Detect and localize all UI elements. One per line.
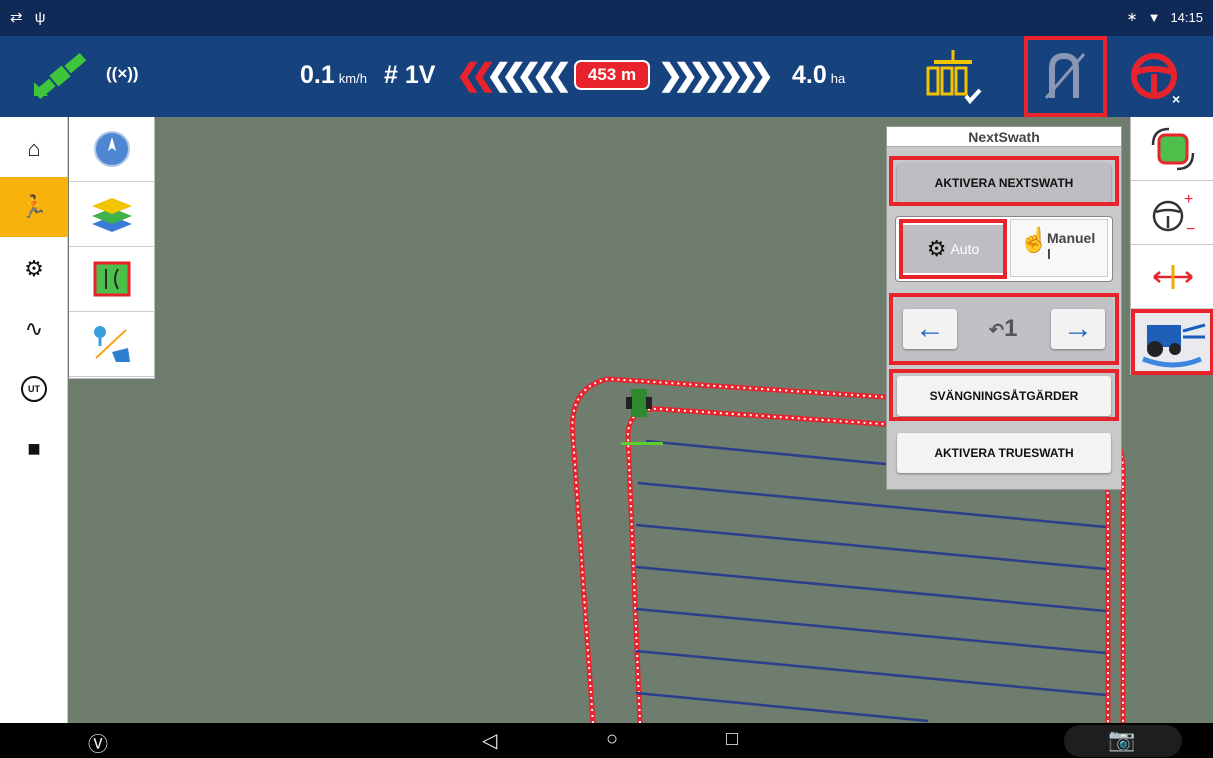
speed-readout: 0.1 km/h [300,61,367,90]
app-logo-icon[interactable]: Ⓥ [88,728,108,757]
sidebar-item-camera[interactable]: ■ [0,419,68,479]
highlight-frame-auto [899,219,1007,279]
map-tool-column [69,117,155,379]
clock: 14:15 [1170,9,1203,25]
home-icon: ⌂ [27,136,41,161]
layers-icon [92,198,132,232]
hand-pointer-icon: ☝ [1019,227,1049,254]
implement-icon[interactable] [922,46,984,108]
panel-title: NextSwath [887,127,1121,147]
area-value: 4.0 [792,61,827,89]
sidebar-item-ut[interactable]: UT [0,359,68,419]
chevrons-left-icon: ❮❮❮❮❮❮❮ [456,59,572,92]
highlight-frame-turn [889,369,1119,421]
sidebar-item-run[interactable]: 🏃 [0,177,68,237]
left-sidebar: ⌂ 🏃 ⚙ ∿ UT ■ [0,117,68,723]
camera-icon: ■ [27,436,41,461]
layers-button[interactable] [69,182,155,247]
chevrons-right-icon: ❯❯❯❯❯❯❯ [658,59,774,92]
status-icons-left: ⇄ ψ [10,9,50,26]
home-circle-icon[interactable]: ○ [606,728,618,751]
headland-button[interactable] [1131,117,1213,181]
satellite-icon[interactable] [28,50,92,102]
correction-signal-icon[interactable]: ((×)) [106,64,139,84]
nextswath-turn-button[interactable] [1024,36,1107,117]
system-nav-bar: Ⓥ ◁ ○ □ 📷 [0,723,1213,758]
auto-turn-button[interactable] [1131,309,1213,375]
field-boundary-button[interactable] [69,312,155,377]
u-turn-icon [1044,52,1086,99]
distance-badge: 453 m [574,60,650,90]
highlight-frame-nav [889,293,1119,365]
recents-icon[interactable]: □ [726,728,738,751]
speed-unit: km/h [338,71,367,86]
screenshot-camera-icon: 📷 [1108,727,1136,752]
steering-sensitivity-button[interactable]: + − [1131,181,1213,245]
manual-label: Manuel l [1047,230,1096,262]
manual-mode-button[interactable]: ☝ Manuel l [1010,219,1108,277]
sidebar-item-diagnostics[interactable]: ∿ [0,299,68,359]
top-toolbar: ((×)) 0.1 km/h # 1V ❮❮❮❮❮❮❮ 453 m ❯❯❯❯❯❯❯… [0,36,1213,117]
svg-text:−: − [1186,221,1195,238]
bluetooth-icon: ∗ [1126,9,1138,24]
compass-icon [94,131,130,167]
swath-number: # 1V [384,61,436,89]
steering-wheel-icon[interactable]: × [1126,48,1186,108]
area-unit: ha [830,71,846,86]
svg-text:+: + [1184,191,1193,208]
highlight-frame [889,156,1119,206]
sidebar-item-field-settings[interactable]: ⚙ [0,239,68,299]
right-tool-column: + − [1130,117,1213,375]
status-bar: ⇄ ψ ∗ ▼ 14:15 [0,0,1213,36]
area-readout: 4.0 ha [792,61,845,90]
activate-trueswath-button[interactable]: AKTIVERA TRUESWATH [897,433,1111,473]
diagnostics-icon: ∿ [24,316,44,341]
back-icon[interactable]: ◁ [482,728,497,753]
guidance-pattern-button[interactable] [69,247,155,312]
ut-icon: UT [21,376,47,402]
field-settings-icon: ⚙ [24,256,44,281]
nudge-arrows-icon [1152,264,1193,289]
guidance-pattern-icon [93,261,131,297]
nextswath-panel: NextSwath AKTIVERA NEXTSWATH ⚙ Auto ☝ Ma… [886,126,1122,490]
nudge-button[interactable] [1131,245,1213,309]
headland-icon [1151,127,1194,170]
tractor-turn-icon [1141,323,1205,368]
svg-text:×: × [1172,91,1180,107]
wifi-icon: ▼ [1147,9,1161,25]
run-icon: 🏃 [20,194,48,219]
sidebar-item-home[interactable]: ⌂ [0,119,68,179]
speed-value: 0.1 [300,61,335,89]
steering-plus-minus-icon: + − [1152,191,1195,238]
compass-button[interactable] [69,117,155,182]
status-icons-right: ∗ ▼ 14:15 [1127,9,1203,25]
field-boundary-icon [94,326,130,362]
screenshot-button[interactable]: 📷 [1064,725,1182,757]
